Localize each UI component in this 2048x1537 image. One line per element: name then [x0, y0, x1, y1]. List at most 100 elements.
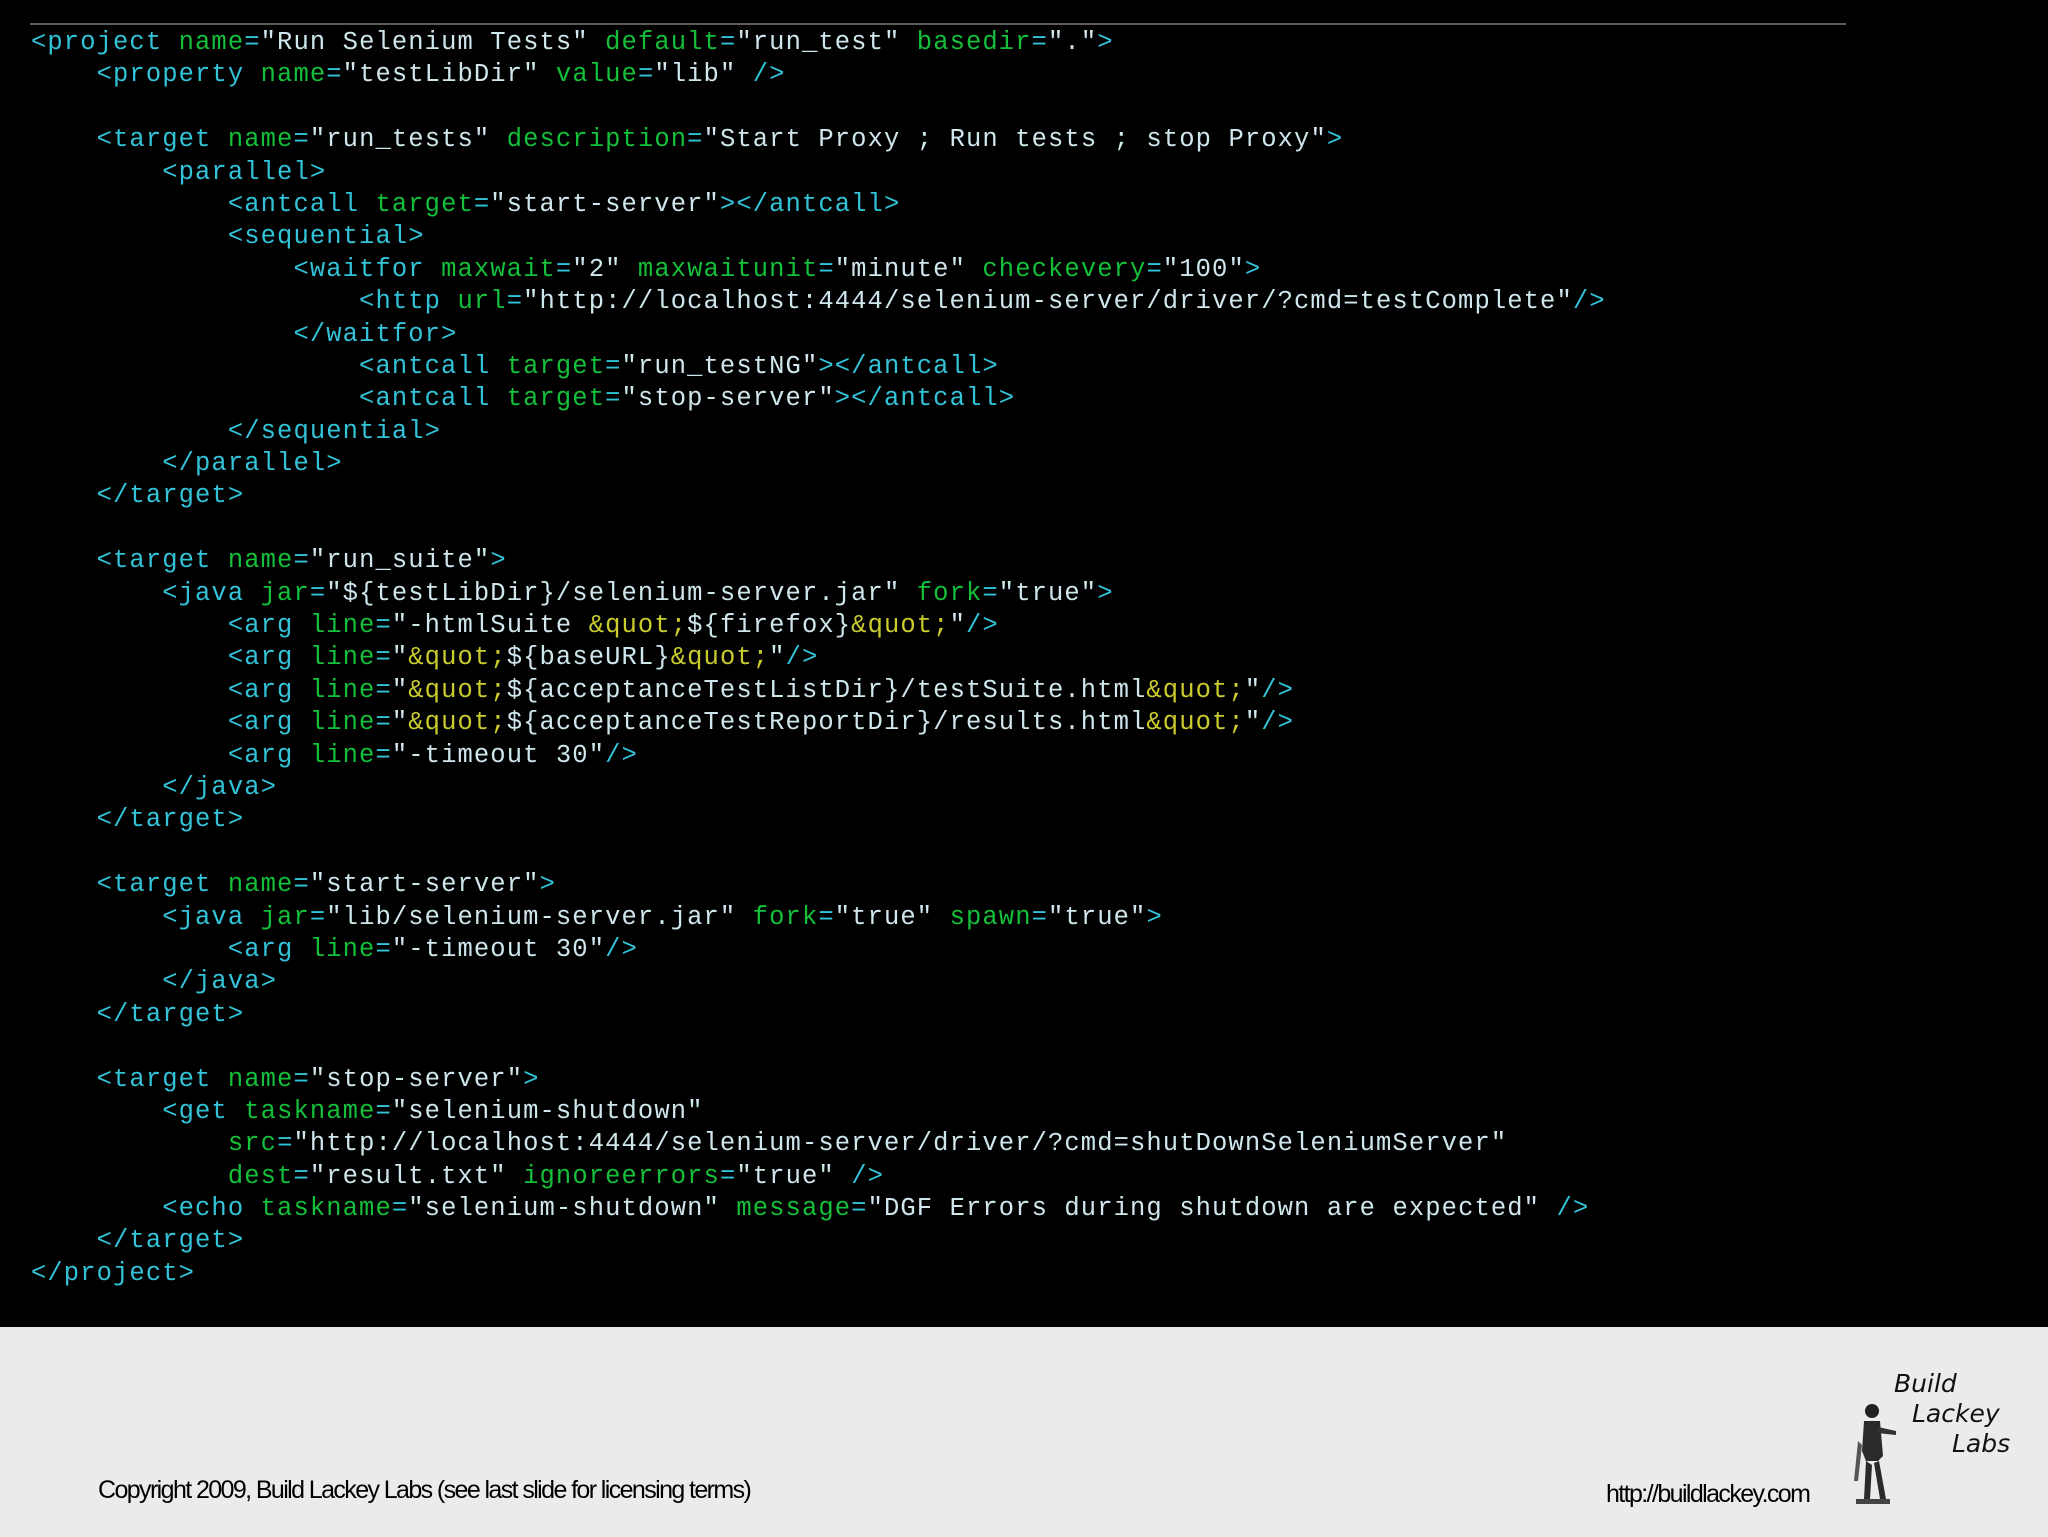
code-tag-token: />: [785, 643, 819, 673]
copyright-notice: Copyright 2009, Build Lackey Labs (see l…: [98, 1476, 752, 1504]
code-string-token: "stop-server": [621, 384, 835, 414]
code-line: </target>: [31, 480, 1846, 512]
code-line: <sequential>: [31, 221, 1846, 253]
code-tag-token: />: [1261, 675, 1295, 705]
code-string-token: "result.txt": [309, 1161, 507, 1191]
code-tag-token: <target: [31, 546, 228, 576]
code-tag-token: <antcall: [31, 351, 507, 381]
code-string-token: "minute": [834, 254, 966, 284]
code-tag-token: >: [539, 870, 556, 900]
code-attribute-token: taskname: [244, 1096, 376, 1126]
code-tag-token: />: [1540, 1194, 1590, 1224]
code-line: <waitfor maxwait="2" maxwaitunit="minute…: [31, 254, 1846, 286]
code-tag-token: >: [1097, 578, 1114, 608]
code-tag-token: <arg: [31, 740, 310, 770]
code-line: <property name="testLibDir" value="lib" …: [31, 59, 1846, 91]
code-line: src="http://localhost:4444/selenium-serv…: [31, 1128, 1846, 1160]
code-tag-token: =: [293, 1064, 310, 1094]
code-line: <target name="start-server">: [31, 869, 1846, 901]
code-tag-token: =: [1031, 902, 1049, 932]
code-line: </java>: [31, 966, 1846, 998]
code-tag-token: =: [293, 1161, 310, 1191]
code-string-token: ${firefox}: [687, 611, 852, 641]
code-tag-token: [736, 903, 752, 932]
code-entity-token: &quot;: [1146, 708, 1245, 738]
code-string-token: "true": [736, 1161, 835, 1191]
code-line: </project>: [31, 1258, 1846, 1290]
code-string-token: "Run Selenium Tests": [260, 28, 589, 57]
code-attribute-token: line: [309, 934, 376, 964]
build-lackey-labs-logo: Build Lackey Labs: [1850, 1369, 2022, 1509]
code-entity-token: &quot;: [851, 611, 950, 641]
code-entity-token: &quot;: [670, 643, 770, 673]
code-string-token: ": [769, 643, 786, 673]
code-tag-token: =: [293, 546, 310, 576]
code-string-token: ${acceptanceTestListDir}/testSuite.html: [506, 675, 1147, 705]
code-string-token: "2": [572, 254, 622, 284]
code-line: <parallel>: [31, 157, 1846, 189]
logo-word-labs: Labs: [1952, 1429, 2011, 1458]
code-line: <arg line="-htmlSuite &quot;${firefox}&q…: [31, 610, 1846, 642]
code-tag-token: >: [1244, 254, 1262, 284]
code-string-token: "true": [1048, 902, 1147, 932]
code-string-token: "-htmlSuite: [391, 611, 589, 641]
code-attribute-token: fork: [752, 902, 819, 932]
code-string-token: "run_tests": [309, 125, 491, 155]
code-tag-token: <antcall: [31, 189, 376, 219]
code-tag-token: <arg: [31, 611, 310, 641]
code-tag-token: ></antcall>: [834, 384, 1016, 414]
code-tag-token: =: [719, 1161, 737, 1191]
code-line: </parallel>: [31, 448, 1846, 480]
code-tag-token: />: [605, 740, 638, 770]
code-entity-token: &quot;: [408, 643, 507, 673]
code-string-token: "stop-server": [309, 1064, 524, 1094]
code-line: dest="result.txt" ignoreerrors="true" />: [31, 1161, 1846, 1193]
code-tag-token: <java: [31, 578, 261, 608]
code-tag-token: =: [309, 902, 327, 932]
code-tag-token: </waitfor>: [31, 319, 458, 349]
code-tag-token: <target: [31, 870, 228, 900]
code-attribute-token: line: [309, 675, 376, 705]
code-attribute-token: line: [309, 643, 376, 673]
code-tag-token: />: [834, 1161, 885, 1191]
code-tag-token: </sequential>: [31, 416, 442, 446]
top-divider: [30, 23, 1846, 25]
code-line: <target name="stop-server">: [31, 1064, 1846, 1096]
code-attribute-token: jar: [260, 578, 310, 608]
code-attribute-token: fork: [916, 578, 983, 608]
code-tag-token: <java: [31, 902, 261, 932]
code-string-token: "start-server": [490, 189, 720, 219]
code-attribute-token: value: [555, 60, 638, 90]
code-tag-token: =: [375, 675, 392, 705]
code-tag-token: ></antcall>: [818, 351, 999, 381]
code-string-token: ": [391, 708, 409, 738]
code-string-token: "${testLibDir}/selenium-server.jar": [326, 578, 901, 608]
code-line: <target name="run_suite">: [31, 545, 1846, 577]
code-entity-token: &quot;: [408, 708, 507, 738]
code-tag-token: =: [375, 1096, 392, 1126]
code-entity-token: &quot;: [588, 611, 688, 641]
code-string-token: ${baseURL}: [506, 643, 671, 673]
code-string-token: ": [391, 675, 409, 705]
code-tag-token: />: [736, 60, 786, 90]
code-attribute-token: line: [309, 611, 376, 641]
code-string-token: "100": [1162, 254, 1245, 284]
code-tag-token: [966, 255, 982, 284]
code-tag-token: </java>: [31, 967, 278, 997]
code-line: <get taskname="selenium-shutdown": [31, 1096, 1846, 1128]
code-tag-token: </target>: [31, 1226, 245, 1256]
code-string-token: "-timeout 30": [391, 740, 606, 770]
code-tag-token: <sequential>: [31, 222, 425, 252]
code-line: <antcall target="start-server"></antcall…: [31, 189, 1846, 221]
code-tag-token: =: [719, 28, 737, 57]
logo-word-build: Build: [1894, 1369, 1957, 1398]
code-slide-panel: <project name="Run Selenium Tests" defau…: [0, 0, 2048, 1327]
code-tag-token: [490, 125, 506, 154]
code-line: </sequential>: [31, 416, 1846, 448]
code-line: <http url="http://localhost:4444/seleniu…: [31, 286, 1846, 318]
code-tag-token: >: [490, 546, 507, 576]
code-tag-token: </target>: [31, 481, 245, 511]
